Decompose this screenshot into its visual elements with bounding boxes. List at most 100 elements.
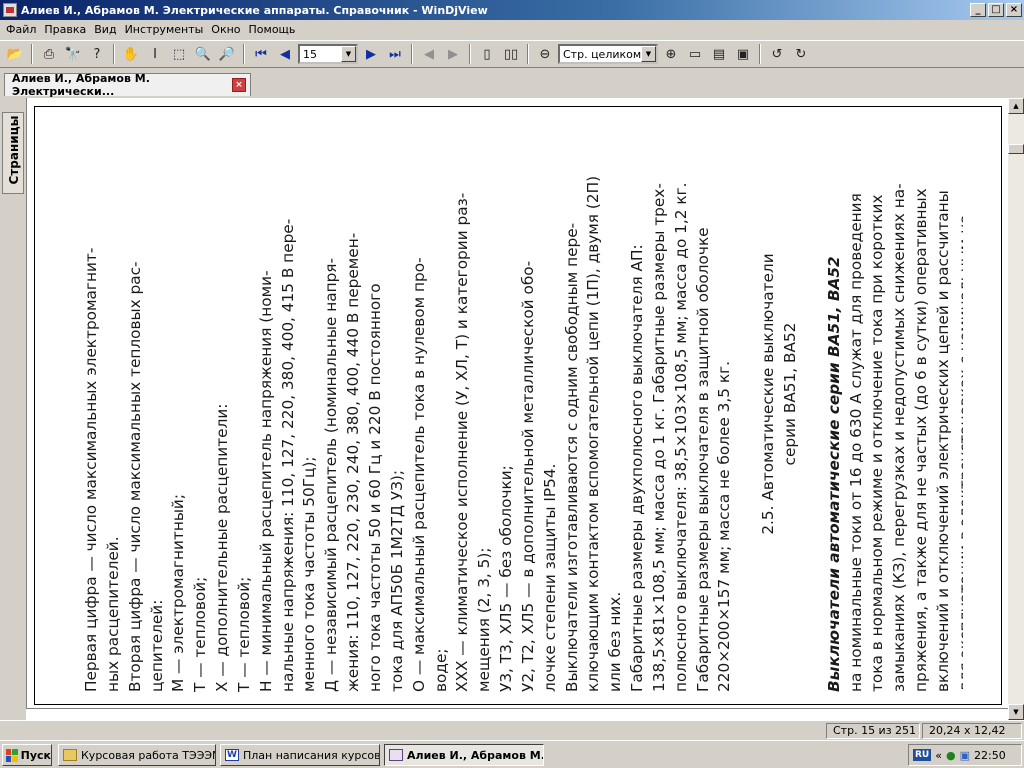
- rotate-right-icon[interactable]: ↻: [790, 43, 812, 65]
- taskbar-item-label: Алиев И., Абрамов М....: [407, 748, 544, 762]
- document-viewer[interactable]: Первая цифра — число максимальных электр…: [26, 98, 1008, 720]
- forward-icon[interactable]: ▶: [442, 43, 464, 65]
- first-page-icon[interactable]: ⏮: [250, 43, 272, 65]
- taskbar-item-label: План написания курсов...: [243, 748, 380, 762]
- sidebar-tab-pages[interactable]: Страницы: [2, 112, 24, 194]
- taskbar-item-word[interactable]: W План написания курсов...: [220, 744, 380, 766]
- window-title: Алиев И., Абрамов М. Электрические аппар…: [21, 3, 488, 17]
- menu-bar: Файл Правка Вид Инструменты Окно Помощь: [0, 20, 1024, 39]
- taskbar-item-folder[interactable]: Курсовая работа ТЭЭЭМ: [58, 744, 216, 766]
- page-number-value: 15: [303, 47, 317, 61]
- menu-edit[interactable]: Правка: [40, 23, 90, 36]
- zoom-icon[interactable]: 🔍: [192, 43, 214, 65]
- zoom-in-icon[interactable]: ⊕: [660, 43, 682, 65]
- text-line: Т — тепловой;: [234, 576, 253, 692]
- scroll-up-icon[interactable]: ▲: [1008, 98, 1024, 114]
- text-line: для эксплуатации в электроустановках с н…: [955, 208, 963, 692]
- text-line: Д — независимый расцепитель (номинальные…: [322, 258, 341, 692]
- tab-bar: Алиев И., Абрамов М. Электрически... ×: [0, 70, 1024, 98]
- text-line: цепителей:: [147, 599, 166, 692]
- document-page: Первая цифра — число максимальных электр…: [35, 107, 1001, 704]
- text-line: Выключатели автоматические серии ВА51, В…: [824, 256, 843, 692]
- text-line: ХХХ — климатическое исполнение (У, ХЛ, Т…: [453, 192, 472, 692]
- taskbar-item-label: Курсовая работа ТЭЭЭМ: [81, 748, 216, 762]
- open-icon[interactable]: 📂: [4, 43, 26, 65]
- menu-window[interactable]: Окно: [207, 23, 244, 36]
- text-line: мещения (2, 3, 5);: [475, 547, 494, 692]
- text-line: или без них.: [606, 591, 625, 692]
- text-line: Н — минимальный расцепитель напряжения (…: [256, 270, 275, 692]
- prev-page-icon[interactable]: ◀: [274, 43, 296, 65]
- menu-tools[interactable]: Инструменты: [121, 23, 208, 36]
- rotate-left-icon[interactable]: ↺: [766, 43, 788, 65]
- scroll-down-icon[interactable]: ▼: [1008, 704, 1024, 720]
- start-button[interactable]: Пуск: [2, 744, 52, 766]
- last-page-icon[interactable]: ⏭: [384, 43, 406, 65]
- scroll-thumb[interactable]: [1008, 144, 1024, 154]
- next-page-icon[interactable]: ▶: [360, 43, 382, 65]
- text-line: [736, 96, 758, 692]
- text-line: Выключатели изготавливаются с одним своб…: [562, 222, 581, 692]
- vertical-scrollbar[interactable]: ▲ ▼: [1008, 98, 1024, 720]
- fit-page-icon[interactable]: ▭: [684, 43, 706, 65]
- facing-pages-icon[interactable]: ▯▯: [500, 43, 522, 65]
- word-icon: W: [225, 749, 239, 761]
- toolbar-separator: [759, 44, 761, 64]
- text-line: тока в нормальном режиме и отключение то…: [868, 194, 887, 692]
- text-line: У3, Т3, ХЛ5 — без оболочки;: [497, 465, 516, 692]
- text-line: Габаритные размеры двухполюсного выключа…: [628, 244, 647, 692]
- status-size: 20,24 x 12,42 см: [922, 723, 1022, 751]
- page-number-field[interactable]: 15 ▼: [298, 44, 358, 64]
- text-line: включений и отключений электрических цеп…: [933, 190, 952, 692]
- folder-icon: [63, 749, 77, 761]
- maximize-button[interactable]: □: [988, 3, 1004, 17]
- toolbar: 📂 ⎙ 🔭 ? ✋ I ⬚ 🔍 🔎 ⏮ ◀ 15 ▼ ▶ ⏭ ◀ ▶ ▯ ▯▯ …: [0, 40, 1024, 68]
- text-line: воде;: [431, 648, 450, 692]
- help-icon[interactable]: ?: [86, 43, 108, 65]
- chevron-down-icon[interactable]: ▼: [341, 46, 356, 62]
- status-page: Стр. 15 из 251: [826, 723, 920, 739]
- page-text: Первая цифра — число максимальных электр…: [81, 96, 963, 692]
- fit-width-icon[interactable]: ▤: [708, 43, 730, 65]
- toolbar-separator: [31, 44, 33, 64]
- document-tab[interactable]: Алиев И., Абрамов М. Электрически... ×: [4, 72, 251, 98]
- zoom-value: Стр. целиком: [563, 47, 642, 61]
- tray-network-icon[interactable]: ▣: [960, 749, 970, 762]
- text-line: Габаритные размеры выключателя в защитно…: [693, 227, 712, 692]
- actual-size-icon[interactable]: ▣: [732, 43, 754, 65]
- minimize-button[interactable]: _: [970, 3, 986, 17]
- text-line: Х — дополнительные расцепители:: [213, 403, 232, 692]
- zoom-select[interactable]: Стр. целиком ▼: [558, 44, 658, 64]
- menu-file[interactable]: Файл: [2, 23, 40, 36]
- text-line: ного тока частоты 50 и 60 Гц и 220 В пос…: [365, 283, 384, 692]
- zoom-rect-icon[interactable]: 🔎: [216, 43, 238, 65]
- text-line: на номинальные токи от 16 до 630 А служа…: [846, 193, 865, 692]
- text-line: Т — тепловой;: [191, 576, 210, 692]
- zoom-out-icon[interactable]: ⊖: [534, 43, 556, 65]
- rect-select-icon[interactable]: ⬚: [168, 43, 190, 65]
- text-line: [802, 96, 824, 692]
- tray-expand-icon[interactable]: «: [935, 749, 942, 762]
- text-line: О — максимальный расцепитель тока в нуле…: [409, 257, 428, 692]
- text-line: ных расцепителей.: [103, 536, 122, 692]
- single-page-icon[interactable]: ▯: [476, 43, 498, 65]
- text-select-icon[interactable]: I: [144, 43, 166, 65]
- status-bar: Стр. 15 из 251 20,24 x 12,42 см: [0, 720, 1024, 751]
- tray-app-icon[interactable]: ●: [946, 749, 956, 762]
- menu-view[interactable]: Вид: [90, 23, 120, 36]
- chevron-down-icon[interactable]: ▼: [641, 46, 656, 62]
- hand-tool-icon[interactable]: ✋: [120, 43, 142, 65]
- close-button[interactable]: ×: [1006, 3, 1022, 17]
- sidebar: Страницы: [0, 98, 26, 720]
- app-icon[interactable]: [3, 3, 17, 17]
- find-icon[interactable]: 🔭: [62, 43, 84, 65]
- back-icon[interactable]: ◀: [418, 43, 440, 65]
- language-indicator[interactable]: RU: [913, 749, 932, 761]
- tab-close-icon[interactable]: ×: [232, 78, 246, 92]
- menu-help[interactable]: Помощь: [245, 23, 300, 36]
- text-line: Вторая цифра — число максимальных теплов…: [125, 261, 144, 692]
- text-line: М — электромагнитный;: [169, 493, 188, 692]
- windjview-icon: [389, 749, 403, 761]
- taskbar-item-windjview[interactable]: Алиев И., Абрамов М....: [384, 744, 544, 766]
- print-icon[interactable]: ⎙: [38, 43, 60, 65]
